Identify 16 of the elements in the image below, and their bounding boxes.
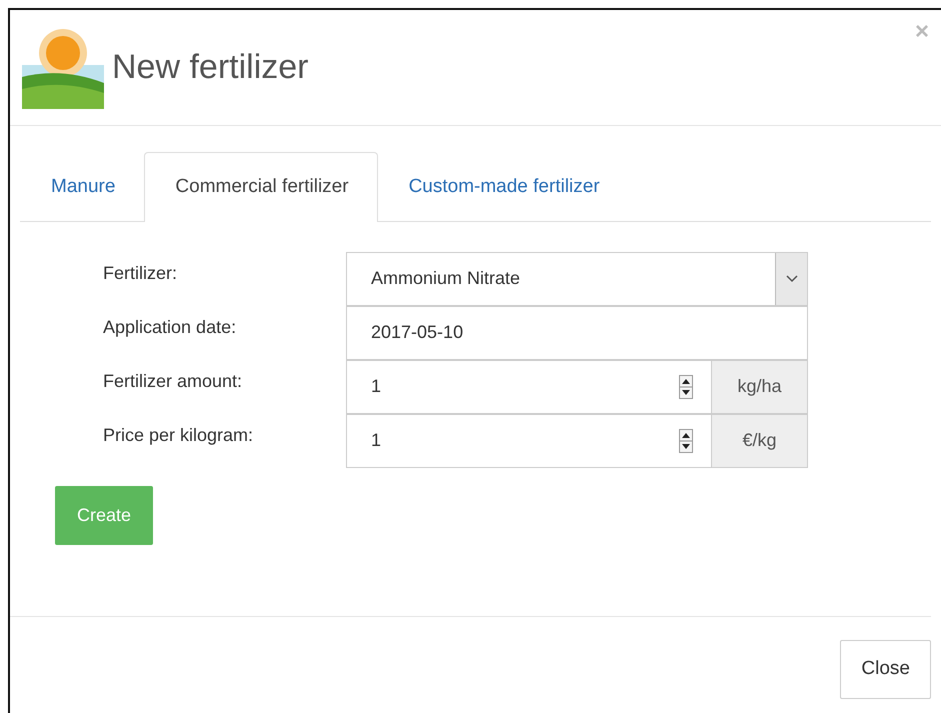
chevron-down-icon	[786, 274, 798, 282]
field-label: Fertilizer amount:	[103, 370, 244, 392]
spinner-icon[interactable]	[679, 428, 693, 452]
field-label: Application date:	[103, 316, 238, 339]
unit-label: €/kg	[712, 414, 808, 468]
date-input[interactable]: 2017-05-10	[347, 306, 807, 358]
field-label: Price per kilogram:	[103, 424, 254, 447]
field-label: Fertilizer:	[103, 262, 178, 284]
tab[interactable]: Manure	[20, 152, 144, 222]
dialog-title: New fertilizer	[112, 47, 308, 88]
close-button[interactable]: Close	[840, 640, 931, 698]
logo-icon	[22, 26, 104, 108]
unit-label: kg/ha	[712, 360, 808, 414]
spinner-icon[interactable]	[679, 374, 693, 398]
tab[interactable]: Commercial fertilizer	[144, 152, 378, 222]
tab[interactable]: Custom-made fertilizer	[378, 152, 629, 222]
